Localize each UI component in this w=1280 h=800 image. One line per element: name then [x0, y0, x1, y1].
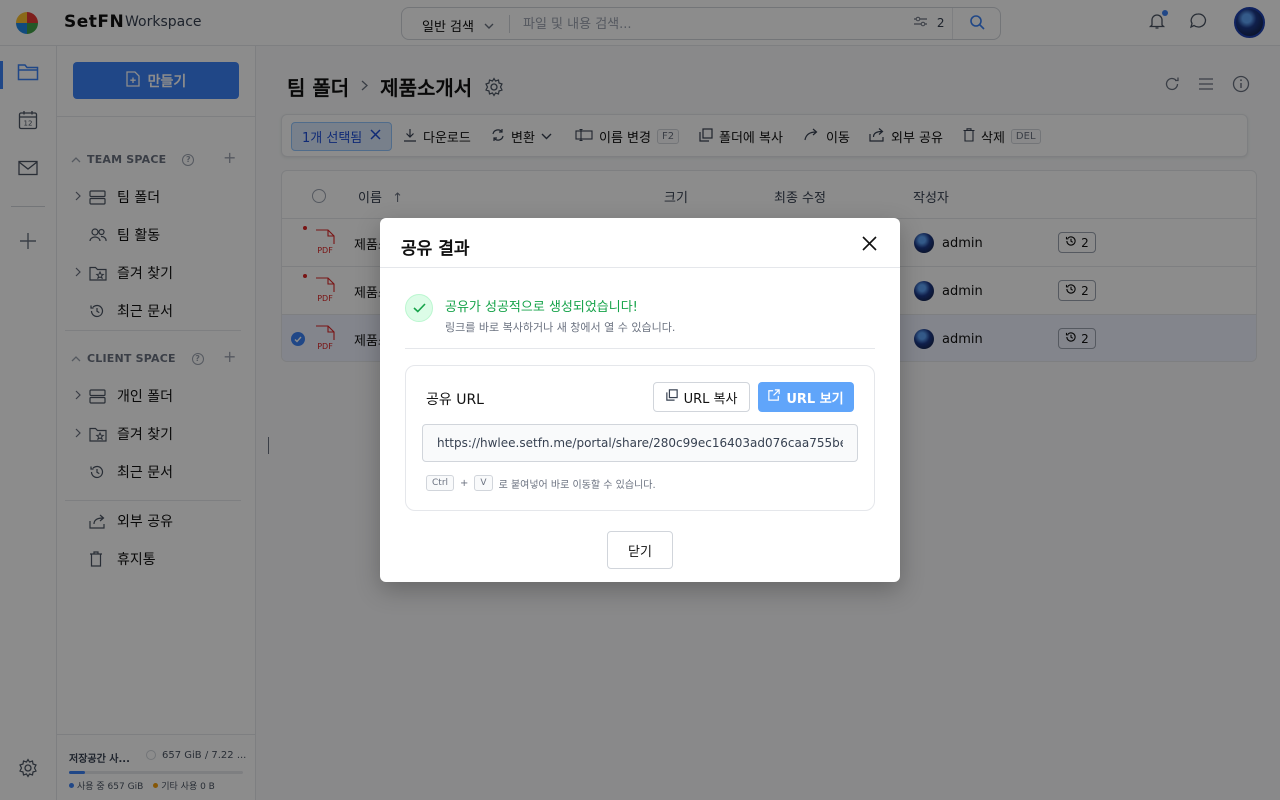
- paste-hint: Ctrl + V 로 붙여넣어 바로 이동할 수 있습니다.: [426, 475, 656, 491]
- share-result-dialog: 공유 결과 공유가 성공적으로 생성되었습니다! 링크를 바로 복사하거나 새 …: [380, 218, 900, 582]
- success-check-icon: [405, 294, 433, 322]
- close-button[interactable]: 닫기: [607, 531, 673, 569]
- dialog-divider: [380, 267, 900, 268]
- dialog-divider: [405, 348, 875, 349]
- view-url-button[interactable]: URL 보기: [758, 382, 854, 412]
- success-description: 링크를 바로 복사하거나 새 창에서 열 수 있습니다.: [445, 321, 676, 334]
- close-icon: [861, 235, 877, 251]
- dialog-title: 공유 결과: [401, 239, 470, 259]
- share-url-field[interactable]: [422, 424, 858, 462]
- dialog-close-button[interactable]: [858, 232, 880, 254]
- copy-icon: [665, 389, 678, 405]
- ctrl-key: Ctrl: [426, 475, 455, 491]
- copy-url-button[interactable]: URL 복사: [653, 382, 750, 412]
- v-key: V: [474, 475, 493, 491]
- share-url-label: 공유 URL: [426, 392, 484, 408]
- external-link-icon: [768, 389, 781, 405]
- share-url-panel: 공유 URL URL 복사 URL 보기 Ctrl + V 로 붙여넣어 바로 …: [405, 365, 875, 511]
- success-message: 공유가 성공적으로 생성되었습니다!: [445, 300, 638, 315]
